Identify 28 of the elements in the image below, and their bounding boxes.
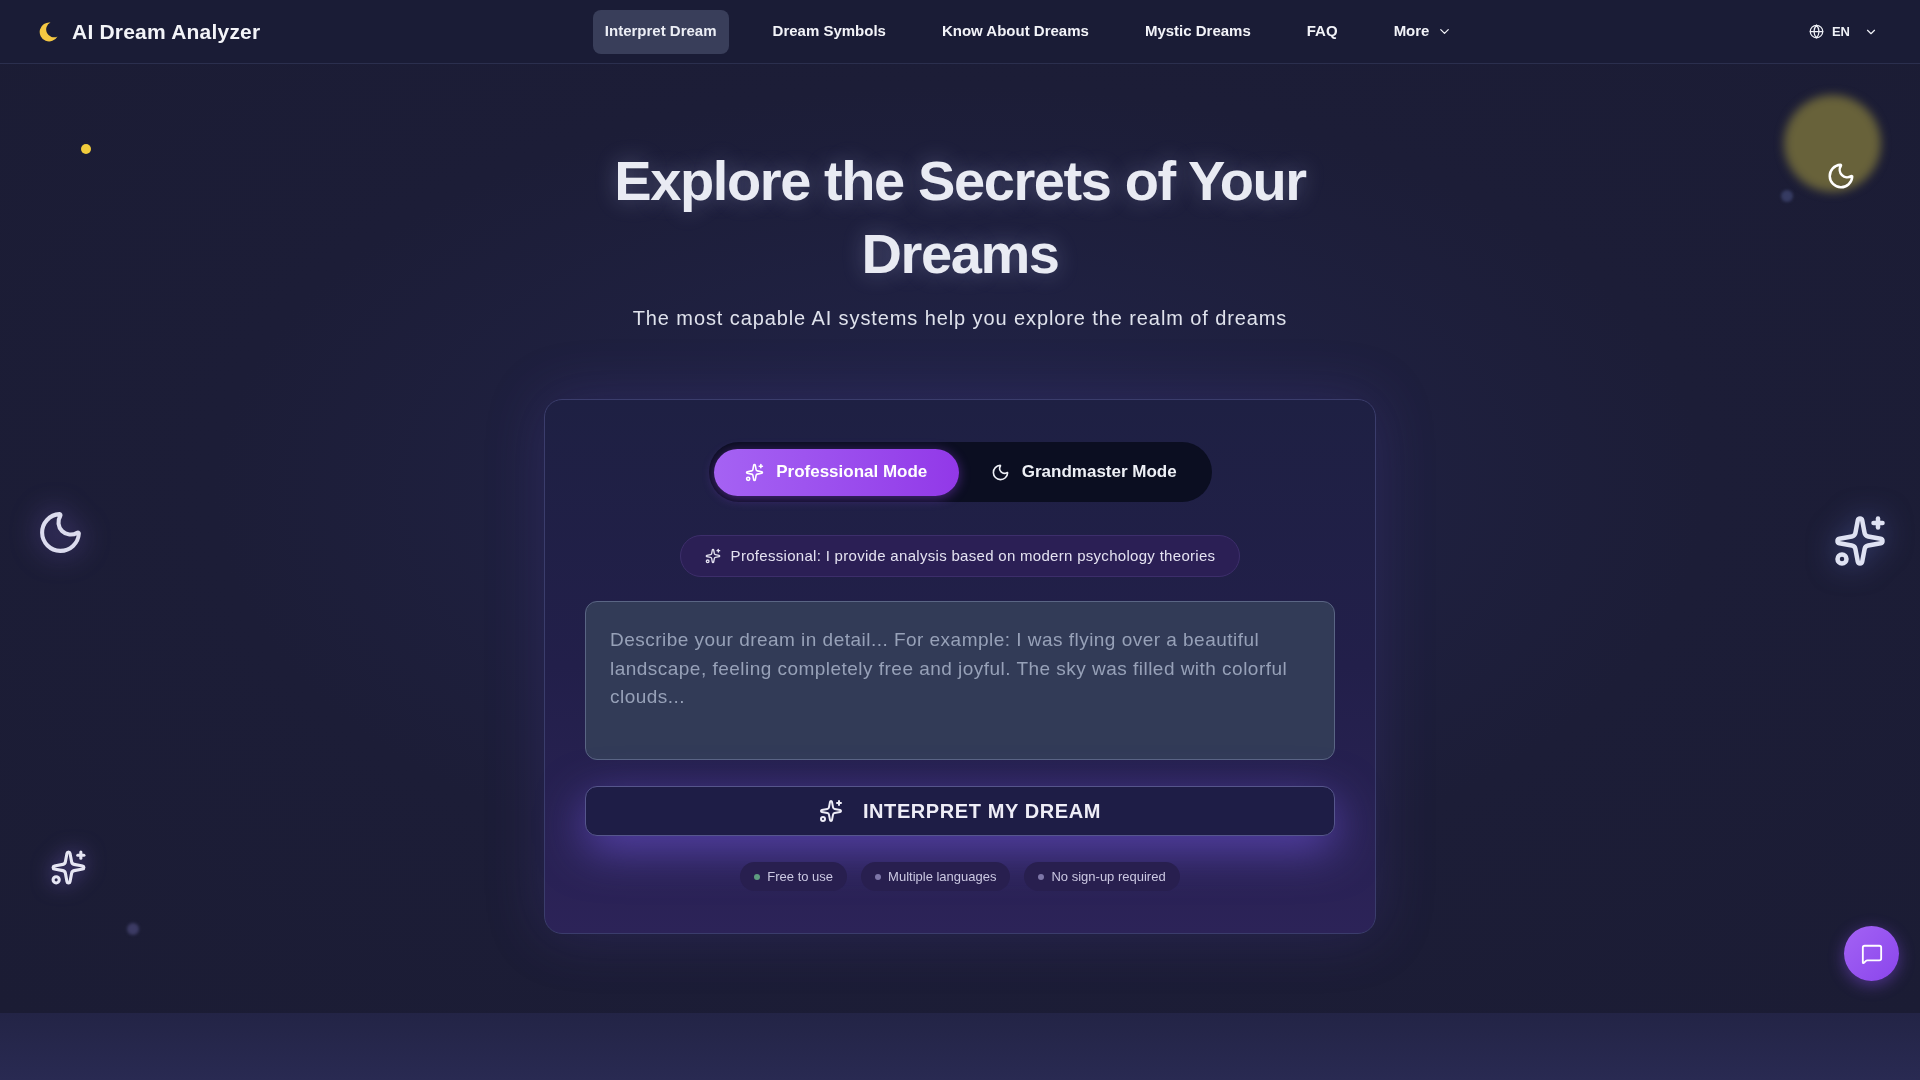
globe-icon	[1808, 24, 1824, 39]
nav-link[interactable]: FAQ	[1294, 9, 1350, 54]
moon-icon	[1826, 161, 1856, 191]
sparkles-icon	[1833, 514, 1887, 568]
sparkles-icon	[745, 462, 765, 482]
sparkles-icon	[50, 849, 87, 886]
sparkles-icon	[818, 799, 843, 823]
mode-hint-text: Professional: I provide analysis based on modern psychology theories	[730, 545, 1216, 566]
nav-link[interactable]: Know About Dreams	[929, 9, 1101, 54]
crescent-moon-icon	[38, 21, 58, 42]
interpret-button[interactable]: INTERPRET MY DREAM	[585, 786, 1335, 836]
feature-label: No sign-up required	[1051, 867, 1166, 886]
hero-title: Explore the Secrets of Your Dreams	[613, 148, 1308, 287]
moon-icon	[990, 462, 1010, 482]
feature-label: Multiple languages	[888, 867, 997, 886]
nav-link[interactable]: Mystic Dreams	[1132, 9, 1263, 54]
brand-title: AI Dream Analyzer	[72, 18, 261, 45]
hero-subtitle: The most capable AI systems help you explore the realm of dreams	[632, 306, 1288, 331]
mode-tab[interactable]: Professional Mode	[713, 448, 959, 496]
language-selector[interactable]: EN	[1808, 21, 1878, 42]
feature-label: Free to use	[767, 867, 834, 886]
nav-link[interactable]: Interpret Dream	[592, 9, 729, 54]
dream-input-field[interactable]: Describe your dream in detail... For example: I was flying over a beautiful landscape, feeling completely free and joyful. The sky was filled with colorful clouds...	[585, 601, 1335, 760]
sparkles-icon	[704, 548, 721, 564]
more-menu-button[interactable]: More	[1381, 9, 1465, 54]
chat-icon	[1860, 942, 1883, 965]
mode-tab[interactable]: Grandmaster Mode	[961, 448, 1207, 496]
nav-link[interactable]: Dream Symbols	[760, 9, 898, 54]
